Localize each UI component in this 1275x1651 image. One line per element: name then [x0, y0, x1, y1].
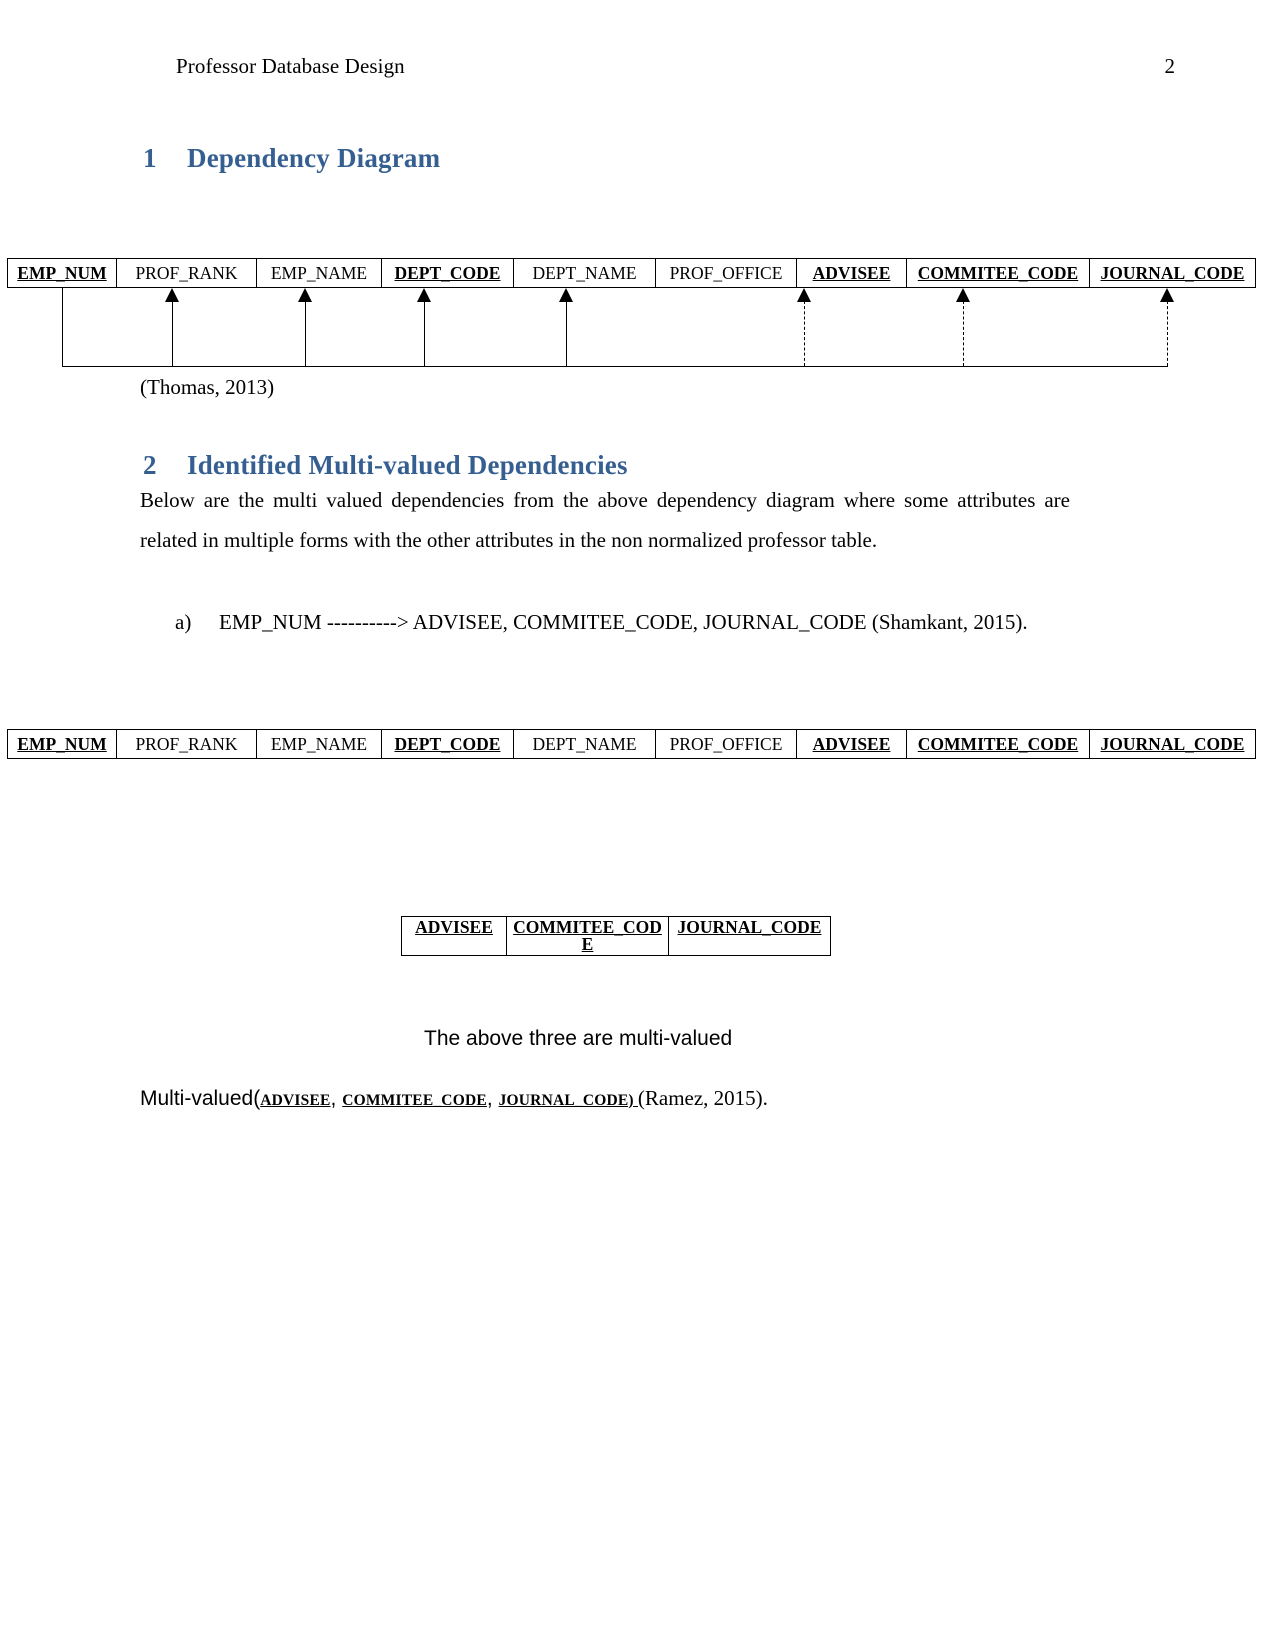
final-prefix: Multi-valued( [140, 1087, 261, 1110]
col2-prof-rank: PROF_RANK [116, 729, 257, 759]
table-row: ADVISEE COMMITEE_COD E JOURNAL_CODE [401, 916, 831, 956]
col2-commitee-code: COMMITEE_CODE [906, 729, 1090, 759]
col-journal-code: JOURNAL_CODE [1089, 258, 1256, 288]
line-emp-name [305, 301, 306, 366]
arrowhead-dept-name [559, 288, 573, 302]
col-advisee: ADVISEE [796, 258, 907, 288]
section-2-heading: 2 Identified Multi-valued Dependencies [143, 450, 628, 481]
list-item: a) EMP_NUM ----------> ADVISEE, COMMITEE… [175, 602, 1075, 642]
col-dept-code: DEPT_CODE [381, 258, 514, 288]
line-dept-name [566, 301, 567, 366]
diagram-citation: (Thomas, 2013) [140, 375, 275, 399]
line-advisee [804, 301, 805, 366]
col2-emp-num: EMP_NUM [7, 729, 117, 759]
list-item-marker: a) [175, 610, 192, 634]
col-emp-name: EMP_NAME [256, 258, 382, 288]
multivalued-table-wrap: ADVISEE COMMITEE_COD E JOURNAL_CODE [401, 916, 831, 956]
final-multivalued-expression: Multi-valued(ADVISEE, COMMITEE_CODE, JOU… [140, 1086, 768, 1111]
running-header: Professor Database Design 2 [176, 54, 1176, 78]
section-1-heading: 1 Dependency Diagram [143, 143, 440, 174]
line-commitee-code [963, 301, 964, 366]
document-title: Professor Database Design [176, 54, 405, 78]
col-dept-name: DEPT_NAME [513, 258, 656, 288]
final-sep-1: , [330, 1087, 343, 1110]
arrowhead-commitee-code [956, 288, 970, 302]
multivalued-note: The above three are multi-valued [424, 1027, 733, 1050]
dependency-diagram: EMP_NUM PROF_RANK EMP_NAME DEPT_CODE DEP… [7, 258, 1256, 376]
arrowhead-dept-code [417, 288, 431, 302]
line-dept-code [424, 301, 425, 366]
final-sep-2: , [486, 1087, 499, 1110]
line-prof-rank [172, 301, 173, 366]
mv-col-journal-code: JOURNAL_CODE [668, 916, 831, 956]
second-attribute-table-wrap: EMP_NUM PROF_RANK EMP_NAME DEPT_CODE DEP… [7, 729, 1256, 759]
col-prof-office: PROF_OFFICE [655, 258, 797, 288]
col-commitee-code: COMMITEE_CODE [906, 258, 1090, 288]
col2-advisee: ADVISEE [796, 729, 907, 759]
final-item-journal-code: JOURNAL_CODE) [498, 1092, 638, 1109]
page-number: 2 [1164, 54, 1176, 78]
arrowhead-journal-code [1160, 288, 1174, 302]
table-row: EMP_NUM PROF_RANK EMP_NAME DEPT_CODE DEP… [7, 729, 1256, 759]
section-2-number: 2 [143, 450, 157, 480]
dependency-arrow-overlay [7, 288, 1210, 376]
dependency-join-rule [62, 366, 1168, 367]
arrowhead-advisee [797, 288, 811, 302]
col2-dept-code: DEPT_CODE [381, 729, 514, 759]
col2-emp-name: EMP_NAME [256, 729, 382, 759]
line-journal-code [1167, 301, 1168, 366]
list-item-text: EMP_NUM ----------> ADVISEE, COMMITEE_CO… [219, 610, 1028, 634]
col-emp-num: EMP_NUM [7, 258, 117, 288]
final-item-commitee-code: COMMITEE_CODE [342, 1092, 487, 1109]
mv-col-advisee: ADVISEE [401, 916, 507, 956]
col2-dept-name: DEPT_NAME [513, 729, 656, 759]
second-attribute-table: EMP_NUM PROF_RANK EMP_NAME DEPT_CODE DEP… [7, 729, 1256, 759]
final-suffix: (Ramez, 2015). [637, 1086, 768, 1110]
determinant-line-emp-num [62, 288, 63, 366]
dependency-attribute-table: EMP_NUM PROF_RANK EMP_NAME DEPT_CODE DEP… [7, 258, 1256, 288]
col-prof-rank: PROF_RANK [116, 258, 257, 288]
section-1-number: 1 [143, 143, 157, 173]
mv-col-commitee-code: COMMITEE_COD E [506, 916, 669, 956]
table-row: EMP_NUM PROF_RANK EMP_NAME DEPT_CODE DEP… [7, 258, 1256, 288]
intro-paragraph: Below are the multi valued dependencies … [140, 488, 1070, 552]
multivalued-table: ADVISEE COMMITEE_COD E JOURNAL_CODE [401, 916, 831, 956]
col2-prof-office: PROF_OFFICE [655, 729, 797, 759]
section-2-title: Identified Multi-valued Dependencies [187, 450, 628, 480]
section-1-title: Dependency Diagram [187, 143, 441, 173]
arrowhead-emp-name [298, 288, 312, 302]
col2-journal-code: JOURNAL_CODE [1089, 729, 1256, 759]
final-item-advisee: ADVISEE [260, 1092, 331, 1109]
arrowhead-prof-rank [165, 288, 179, 302]
